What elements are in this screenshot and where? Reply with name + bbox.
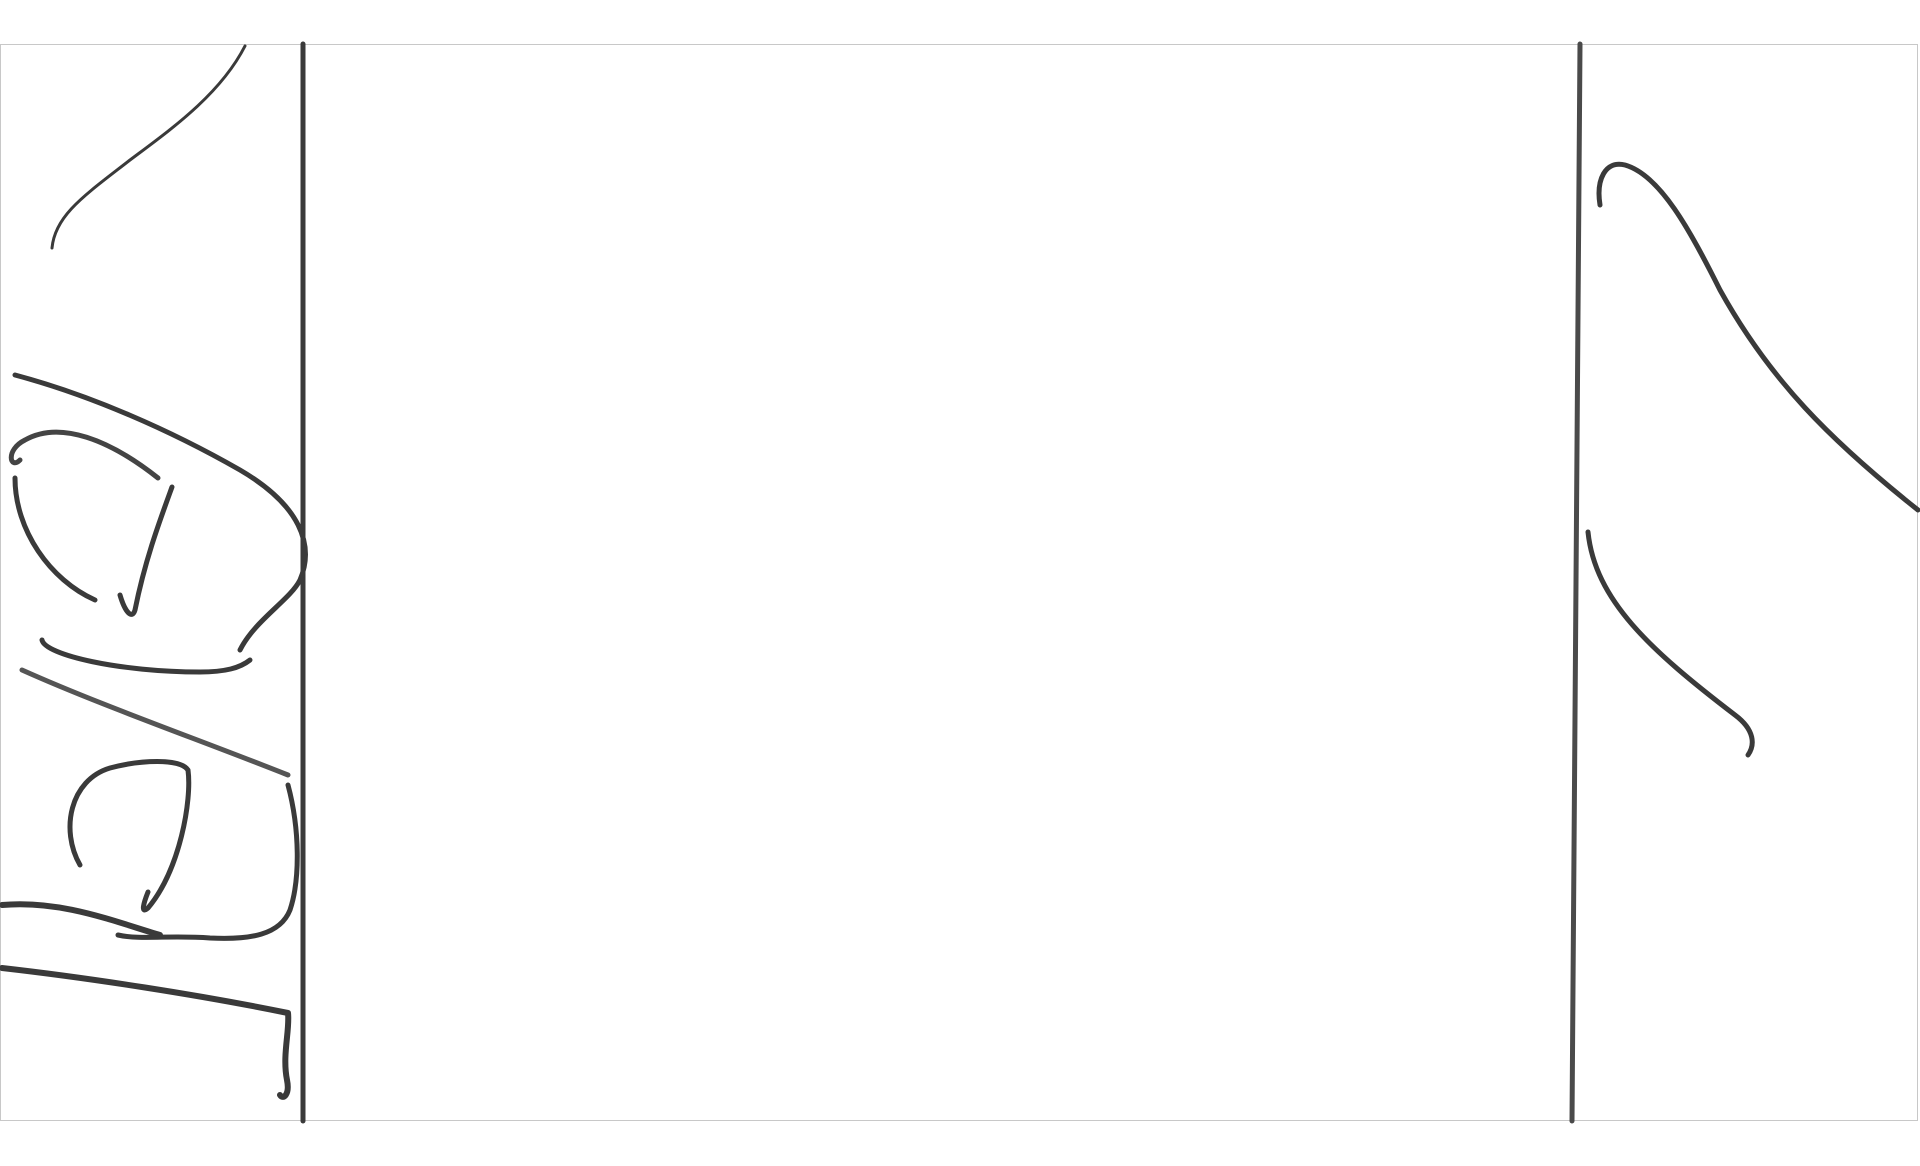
stroke-hook [117,484,175,617]
handwritten-scribble-icon [0,44,308,1100]
stroke-inner-loop [8,429,161,481]
right-divider-line [1569,41,1583,1124]
stroke-bottom-line [0,965,292,1100]
stroke-right-curl [115,782,300,941]
stroke-left-arc [12,475,98,603]
stroke-bracket [39,637,253,675]
sketch-canvas[interactable] [0,0,1920,1166]
stroke-top-curve [50,44,247,250]
stroke-right-lower [1585,529,1755,758]
stroke-lower-left [0,901,163,938]
curve-strokes-icon [1585,161,1920,758]
stroke-small-loop [67,759,192,913]
stroke-right-upper [1596,161,1920,513]
drawing-layer[interactable] [0,0,1920,1166]
